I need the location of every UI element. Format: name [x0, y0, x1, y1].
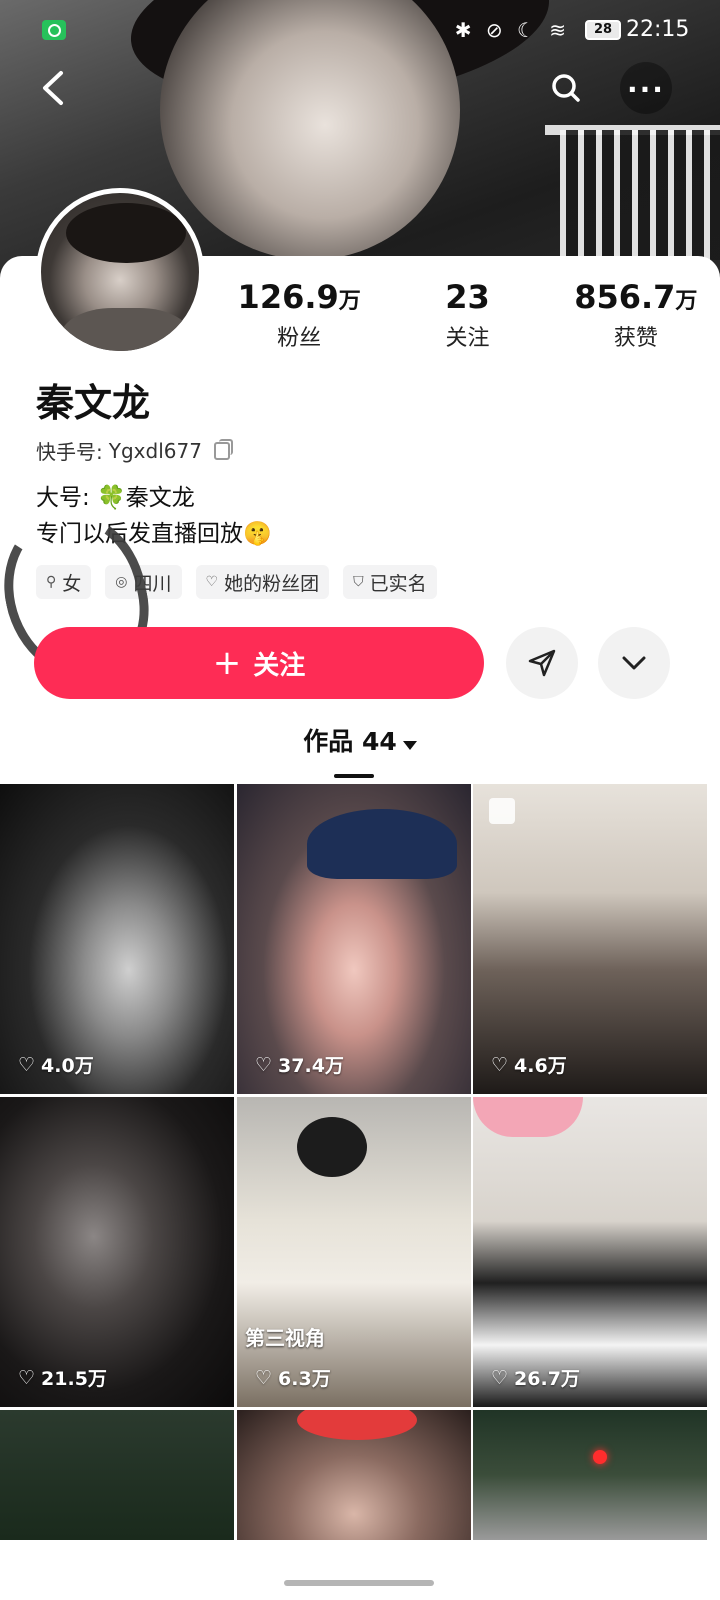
video-tile[interactable]: ♡ 21.5万 [0, 1097, 234, 1407]
video-tile[interactable] [0, 1410, 234, 1540]
likes-value: 26.7万 [514, 1368, 580, 1390]
likes-value: 21.5万 [41, 1368, 107, 1390]
tag-verified-label: 已实名 [369, 572, 427, 595]
heart-icon: ♡ [491, 1053, 509, 1076]
stat-likes-value: 856.7 [574, 278, 676, 316]
image-post-icon [489, 798, 515, 824]
caret-down-icon [402, 741, 417, 750]
clover-emoji: 🍀 [97, 485, 126, 511]
video-tile[interactable] [473, 1410, 707, 1540]
heart-icon: ♡ [18, 1366, 36, 1389]
chevron-down-icon [622, 656, 646, 670]
search-icon [552, 74, 580, 102]
heart-icon: ♡ [255, 1366, 273, 1389]
avatar[interactable] [36, 188, 204, 356]
stat-likes-label: 获赞 [613, 326, 658, 351]
verified-icon: ⛉ [353, 574, 364, 590]
follow-button-label: 关注 [253, 650, 306, 681]
stat-fans-unit: 万 [338, 289, 361, 314]
stat-fans[interactable]: 126.9万 粉丝 [215, 278, 383, 352]
video-tile[interactable]: ♡ 37.4万 [237, 784, 471, 1094]
send-icon [528, 649, 556, 677]
copy-icon[interactable] [213, 438, 233, 460]
kuaishou-id-value: Ygxdl677 [108, 438, 202, 463]
video-tile[interactable]: ♡ 26.7万 [473, 1097, 707, 1407]
profile-name: 秦文龙 [36, 381, 151, 425]
likes-count: ♡ 4.0万 [18, 1051, 94, 1078]
bio-prefix: 大号: [36, 485, 90, 511]
more-dots-icon: ... [627, 66, 665, 99]
kuaishou-id-label: 快手号: [36, 440, 103, 464]
search-button[interactable] [540, 62, 592, 114]
stat-fans-label: 粉丝 [277, 326, 322, 351]
send-message-button[interactable] [506, 627, 578, 699]
tag-fan-club[interactable]: ♡ 她的粉丝团 [195, 565, 330, 599]
video-caption: 第三视角 [245, 1326, 325, 1350]
heart-icon: ♡ [18, 1053, 36, 1076]
expand-more-button[interactable] [598, 627, 670, 699]
likes-count: ♡ 37.4万 [255, 1051, 344, 1078]
kuaishou-id-row[interactable]: 快手号: Ygxdl677 [36, 436, 233, 465]
home-indicator[interactable] [284, 1580, 434, 1586]
video-tile[interactable] [237, 1410, 471, 1540]
photo-tile[interactable]: ♡ 4.6万 [473, 784, 707, 1094]
video-tile[interactable]: 第三视角 ♡ 6.3万 [237, 1097, 471, 1407]
likes-value: 4.6万 [514, 1055, 567, 1077]
bio-line-1: 大号: 🍀秦文龙 [36, 478, 195, 512]
tag-verified[interactable]: ⛉ 已实名 [343, 565, 437, 599]
likes-count: ♡ 4.6万 [491, 1051, 567, 1078]
works-tab[interactable]: 作品 44 [0, 722, 720, 782]
stat-fans-value: 126.9 [237, 278, 339, 316]
plus-icon: + [212, 643, 242, 683]
stat-likes[interactable]: 856.7万 获赞 [552, 278, 720, 352]
follow-button[interactable]: + 关注 [34, 627, 484, 699]
stat-likes-unit: 万 [675, 289, 698, 314]
status-icons: ✱ ⊘ ☾ ≋ [454, 18, 570, 42]
fan-club-icon: ♡ [205, 574, 219, 590]
stat-following-value: 23 [445, 278, 490, 316]
cover-rails [560, 130, 720, 260]
profile-stats: 126.9万 粉丝 23 关注 856.7万 获赞 [215, 278, 720, 352]
likes-count: ♡ 6.3万 [255, 1364, 331, 1391]
tab-underline [334, 774, 374, 778]
back-arrow-icon [43, 71, 63, 105]
video-tile[interactable]: ♡ 4.0万 [0, 784, 234, 1094]
likes-value: 4.0万 [41, 1055, 94, 1077]
stat-following-label: 关注 [445, 326, 490, 351]
status-time: 22:15 [626, 17, 690, 42]
likes-value: 6.3万 [278, 1368, 331, 1390]
camera-notification-icon [42, 20, 66, 40]
stat-following[interactable]: 23 关注 [383, 278, 551, 352]
heart-icon: ♡ [255, 1053, 273, 1076]
works-tab-label: 作品 44 [303, 727, 397, 756]
likes-value: 37.4万 [278, 1055, 344, 1077]
heart-icon: ♡ [491, 1366, 509, 1389]
status-bar: ✱ ⊘ ☾ ≋ 28 22:15 [0, 0, 720, 60]
likes-count: ♡ 26.7万 [491, 1364, 580, 1391]
back-button[interactable] [28, 62, 80, 114]
more-options-button[interactable]: ... [620, 62, 672, 114]
likes-count: ♡ 21.5万 [18, 1364, 107, 1391]
battery-icon: 28 [585, 20, 621, 40]
bio-linked-name[interactable]: 秦文龙 [126, 485, 195, 511]
tag-fan-club-label: 她的粉丝团 [224, 572, 320, 595]
